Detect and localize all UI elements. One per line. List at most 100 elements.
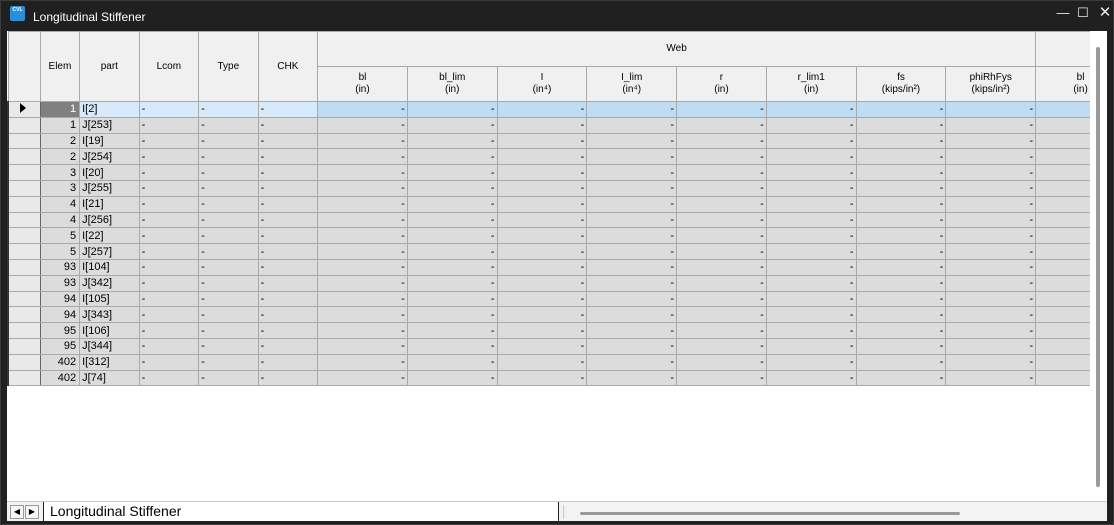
row-selector[interactable] [7, 258, 41, 276]
cell-web-0[interactable]: - [317, 132, 408, 150]
cell-web-8[interactable]: - [1035, 274, 1090, 292]
cell-web-7[interactable]: - [945, 243, 1037, 260]
cell-web-4[interactable]: - [676, 322, 767, 339]
cell-chk[interactable]: - [257, 258, 319, 276]
cell-web-8[interactable]: - [1035, 369, 1090, 387]
cell-web-3[interactable]: - [586, 227, 678, 245]
row-selector[interactable] [7, 101, 41, 118]
cell-web-1[interactable]: - [406, 211, 498, 229]
cell-chk[interactable]: - [257, 274, 319, 292]
cell-web-3[interactable]: - [586, 101, 678, 118]
row-selector[interactable] [7, 322, 41, 339]
table-row[interactable]: 2J[254]------------ [7, 148, 1090, 166]
cell-web-6[interactable]: - [855, 258, 947, 276]
cell-chk[interactable]: - [257, 306, 319, 324]
data-grid[interactable]: Elem part Lcom Type CHK Web bl (in) bl_lim… [7, 31, 1090, 501]
cell-web-8[interactable]: - [1035, 132, 1090, 150]
cell-lcom[interactable]: - [138, 195, 200, 213]
row-selector[interactable] [7, 164, 41, 181]
cell-part[interactable]: I[22] [79, 227, 140, 245]
cell-web-4[interactable]: - [676, 353, 767, 371]
row-selector[interactable] [7, 337, 41, 355]
cell-web-7[interactable]: - [945, 132, 1037, 150]
cell-type[interactable]: - [198, 148, 259, 166]
cell-web-7[interactable]: - [945, 337, 1037, 355]
cell-web-4[interactable]: - [676, 290, 767, 308]
cell-elem[interactable]: 2 [39, 132, 81, 150]
cell-web-1[interactable]: - [406, 274, 498, 292]
column-header-web-5[interactable]: r_lim1 (in) [765, 66, 857, 102]
cell-elem[interactable]: 3 [39, 179, 81, 197]
cell-web-5[interactable]: - [765, 101, 857, 118]
cell-web-8[interactable]: - [1035, 179, 1090, 197]
cell-web-2[interactable]: - [496, 132, 588, 150]
vertical-scroll-thumb[interactable] [1096, 47, 1100, 487]
cell-web-2[interactable]: - [496, 164, 588, 181]
cell-web-2[interactable]: - [496, 101, 588, 118]
cell-web-2[interactable]: - [496, 243, 588, 260]
cell-lcom[interactable]: - [138, 227, 200, 245]
cell-web-0[interactable]: - [317, 369, 408, 387]
cell-chk[interactable]: - [257, 132, 319, 150]
cell-chk[interactable]: - [257, 227, 319, 245]
cell-web-3[interactable]: - [586, 195, 678, 213]
cell-web-2[interactable]: - [496, 258, 588, 276]
cell-part[interactable]: I[104] [79, 258, 140, 276]
minimize-button[interactable]: — [1052, 4, 1074, 22]
cell-web-5[interactable]: - [765, 211, 857, 229]
table-row[interactable]: 4I[21]------------ [7, 195, 1090, 213]
cell-web-7[interactable]: - [945, 116, 1037, 134]
cell-type[interactable]: - [198, 337, 259, 355]
cell-elem[interactable]: 5 [39, 227, 81, 245]
cell-web-2[interactable]: - [496, 290, 588, 308]
cell-web-2[interactable]: - [496, 322, 588, 339]
vertical-scrollbar[interactable] [1092, 37, 1105, 499]
cell-web-6[interactable]: - [855, 322, 947, 339]
cell-web-4[interactable]: - [676, 243, 767, 260]
cell-web-7[interactable]: - [945, 148, 1037, 166]
cell-web-5[interactable]: - [765, 116, 857, 134]
cell-chk[interactable]: - [257, 101, 319, 118]
table-row[interactable]: 3J[255]------------ [7, 179, 1090, 197]
cell-web-1[interactable]: - [406, 132, 498, 150]
cell-web-2[interactable]: - [496, 306, 588, 324]
row-selector[interactable] [7, 179, 41, 197]
close-button[interactable]: ✕ [1094, 4, 1114, 22]
cell-web-0[interactable]: - [317, 306, 408, 324]
cell-elem[interactable]: 4 [39, 195, 81, 213]
cell-web-3[interactable]: - [586, 116, 678, 134]
cell-part[interactable]: I[105] [79, 290, 140, 308]
cell-lcom[interactable]: - [138, 290, 200, 308]
cell-web-0[interactable]: - [317, 353, 408, 371]
cell-web-1[interactable]: - [406, 258, 498, 276]
cell-web-6[interactable]: - [855, 274, 947, 292]
cell-web-6[interactable]: - [855, 116, 947, 134]
cell-type[interactable]: - [198, 116, 259, 134]
cell-web-5[interactable]: - [765, 258, 857, 276]
title-bar[interactable]: CVL Longitudinal Stiffener — ☐ ✕ [1, 1, 1113, 31]
cell-web-0[interactable]: - [317, 322, 408, 339]
cell-web-7[interactable]: - [945, 290, 1037, 308]
cell-type[interactable]: - [198, 369, 259, 387]
cell-web-1[interactable]: - [406, 227, 498, 245]
cell-web-3[interactable]: - [586, 353, 678, 371]
cell-elem[interactable]: 95 [39, 322, 81, 339]
row-selector[interactable] [7, 195, 41, 213]
column-header-lcom[interactable]: Lcom [138, 31, 200, 102]
cell-elem[interactable]: 94 [39, 306, 81, 324]
cell-web-7[interactable]: - [945, 274, 1037, 292]
cell-type[interactable]: - [198, 353, 259, 371]
cell-elem[interactable]: 93 [39, 258, 81, 276]
cell-web-4[interactable]: - [676, 164, 767, 181]
row-selector[interactable] [7, 148, 41, 166]
cell-web-2[interactable]: - [496, 274, 588, 292]
cell-chk[interactable]: - [257, 179, 319, 197]
horizontal-scrollbar[interactable] [563, 505, 1103, 519]
cell-lcom[interactable]: - [138, 132, 200, 150]
cell-lcom[interactable]: - [138, 164, 200, 181]
column-header-web-8[interactable]: bl (in) [1035, 66, 1090, 102]
horizontal-scroll-thumb[interactable] [580, 512, 960, 515]
row-selector[interactable] [7, 353, 41, 371]
column-header-elem[interactable]: Elem [39, 31, 81, 102]
column-header-web-6[interactable]: fs (kips/in²) [855, 66, 947, 102]
